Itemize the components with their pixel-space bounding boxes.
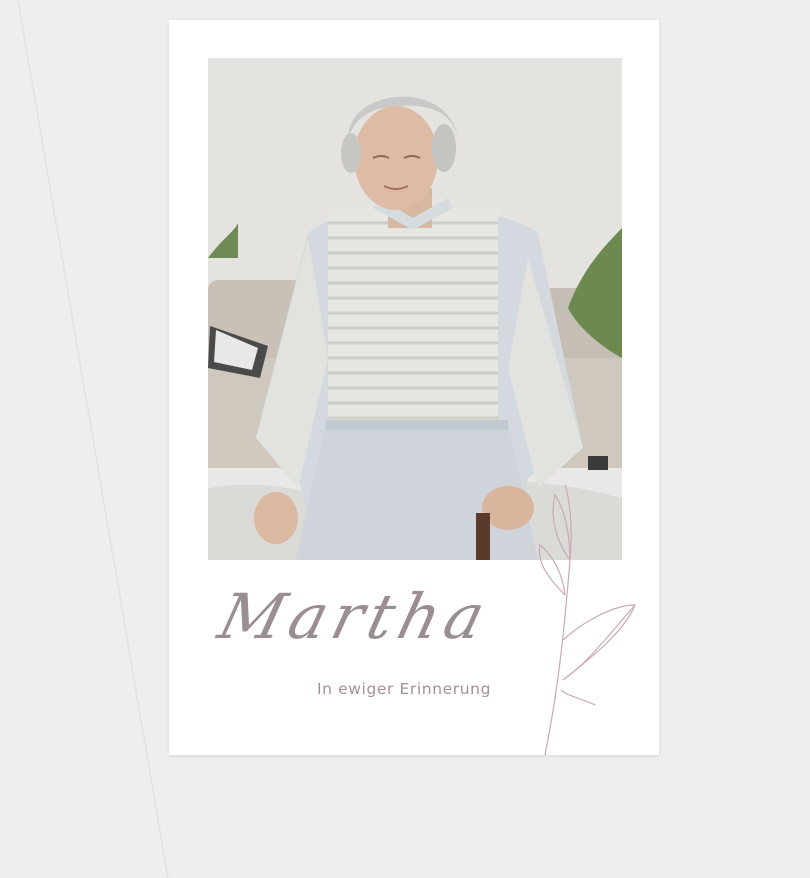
memorial-subtitle: In ewiger Erinnerung (317, 680, 492, 698)
memorial-card: Martha In ewiger Erinnerung (169, 20, 659, 756)
floral-line-illustration-icon (538, 484, 636, 756)
deceased-name: Martha (211, 580, 498, 653)
